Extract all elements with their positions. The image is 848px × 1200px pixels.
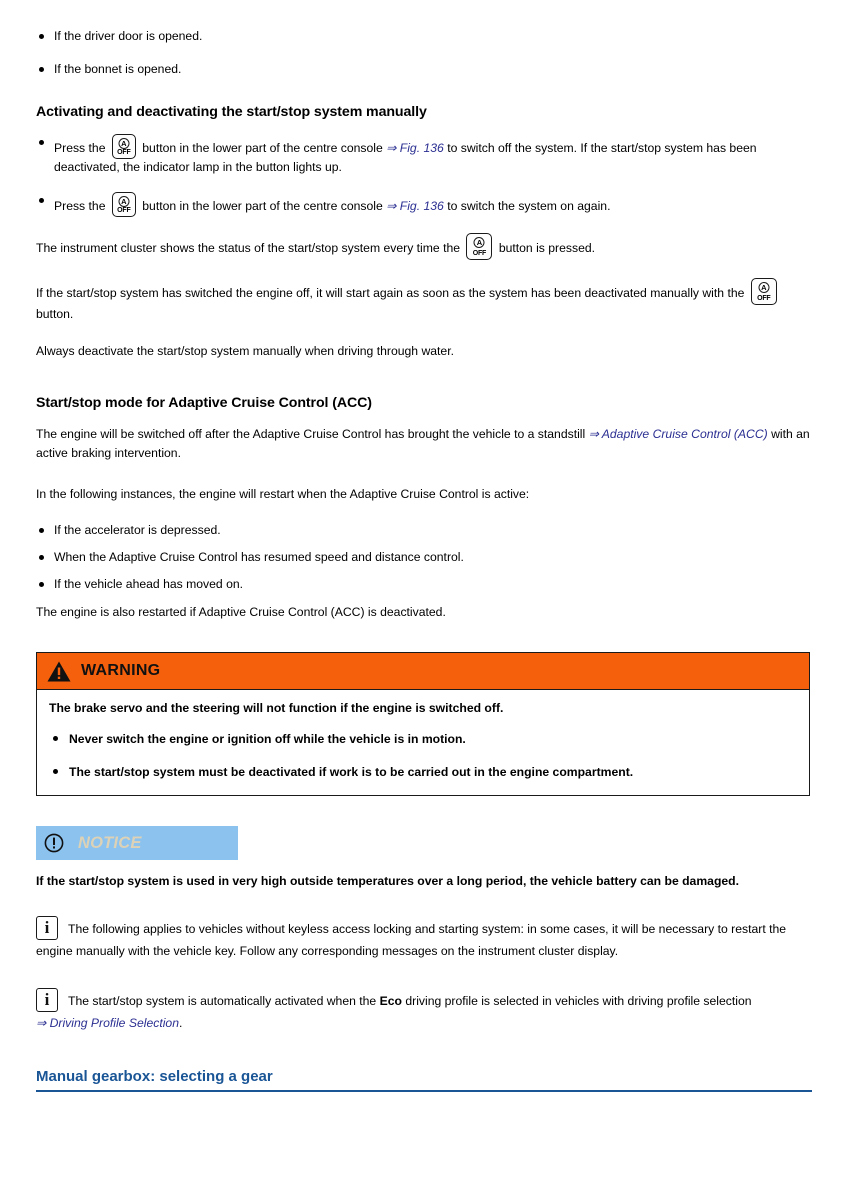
bullet-text-pre: Press the — [54, 141, 106, 155]
start-stop-off-button-icon: A OFF — [750, 278, 777, 305]
notice-title: NOTICE — [78, 833, 142, 852]
button-letter: A — [473, 237, 485, 248]
section-heading-text: Manual gearbox: selecting a gear — [36, 1068, 273, 1085]
figure-reference-link[interactable]: ⇒ Fig. 136 — [386, 199, 444, 213]
paragraph-text-pre: The instrument cluster shows the status … — [36, 241, 461, 255]
paragraph-text-post: button is pressed. — [498, 241, 596, 255]
exclamation-circle-icon — [44, 833, 64, 853]
warning-box: WARNING The brake servo and the steering… — [36, 652, 810, 796]
info-note-2: The start/stop system is automatically a… — [36, 988, 812, 1034]
list-item: If the accelerator is depressed. — [36, 522, 812, 539]
button-off-label: OFF — [117, 149, 131, 156]
warning-triangle-icon — [47, 661, 71, 681]
button-off-label: OFF — [472, 250, 487, 257]
start-stop-off-button-icon: A OFF — [466, 233, 493, 260]
paragraph-text-post: button. — [36, 307, 74, 321]
heading-underline-rule — [36, 1090, 812, 1092]
list-item: The start/stop system must be deactivate… — [49, 764, 797, 781]
info-note-text-mid: driving profile is selected in vehicles … — [405, 994, 752, 1008]
bullet-text-post: to switch the system on again. — [447, 199, 611, 213]
list-item: Never switch the engine or ignition off … — [49, 731, 797, 748]
bullet-text: If the driver door is opened. — [54, 29, 203, 43]
manual-bullet-list: Press the A OFF button in the lower part… — [36, 134, 812, 217]
acc-intro-paragraph: The engine will be switched off after th… — [36, 425, 812, 463]
warning-title: WARNING — [81, 662, 161, 679]
bullet-text: If the vehicle ahead has moved on. — [54, 577, 244, 591]
button-letter: A — [758, 282, 770, 293]
bullet-text: The start/stop system must be deactivate… — [69, 765, 634, 779]
information-icon — [36, 916, 58, 940]
notice-body-text: If the start/stop system is used in very… — [36, 874, 740, 888]
bullet-text-pre: Press the — [54, 199, 106, 213]
document-page: If the driver door is opened. If the bon… — [0, 0, 848, 1200]
list-item: Press the A OFF button in the lower part… — [36, 192, 812, 217]
restart-paragraph: If the start/stop system has switched th… — [36, 278, 812, 324]
warning-header: WARNING — [37, 653, 809, 690]
page-content: If the driver door is opened. If the bon… — [36, 28, 812, 1092]
bullet-text: If the accelerator is depressed. — [54, 523, 221, 537]
acc-closing-paragraph: The engine is also restarted if Adaptive… — [36, 605, 446, 619]
figure-reference-link[interactable]: ⇒ Fig. 136 — [386, 141, 444, 155]
section-heading-manual-gearbox[interactable]: Manual gearbox: selecting a gear — [36, 1068, 812, 1092]
info-note-text-post: . — [178, 1016, 183, 1030]
info-note-1: The following applies to vehicles withou… — [36, 916, 812, 962]
bullet-text: If the bonnet is opened. — [54, 62, 182, 76]
bullet-text: Never switch the engine or ignition off … — [69, 732, 466, 746]
driving-profile-selection-link[interactable]: ⇒ Driving Profile Selection — [36, 1016, 179, 1030]
eco-profile-label: Eco — [379, 994, 402, 1008]
heading-acc-mode: Start/stop mode for Adaptive Cruise Cont… — [36, 395, 372, 411]
acc-instances-lead: In the following instances, the engine w… — [36, 487, 530, 501]
instrument-cluster-paragraph: The instrument cluster shows the status … — [36, 233, 812, 260]
list-item: If the vehicle ahead has moved on. — [36, 576, 812, 593]
button-off-label: OFF — [757, 295, 771, 302]
acc-reference-link[interactable]: ⇒ Adaptive Cruise Control (ACC) — [589, 427, 768, 441]
heading-activating-deactivating: Activating and deactivating the start/st… — [36, 104, 427, 120]
warning-body: The brake servo and the steering will no… — [37, 690, 809, 795]
list-item: If the bonnet is opened. — [36, 61, 812, 78]
list-item: Press the A OFF button in the lower part… — [36, 134, 812, 176]
start-stop-off-button-icon: A OFF — [111, 192, 136, 217]
notice-header: NOTICE — [36, 826, 238, 860]
button-off-label: OFF — [117, 207, 131, 214]
top-bullet-list: If the driver door is opened. If the bon… — [36, 28, 812, 78]
warning-lead-text: The brake servo and the steering will no… — [49, 701, 504, 715]
info-note-text-pre: The start/stop system is automatically a… — [68, 994, 377, 1008]
info-note-text: The following applies to vehicles withou… — [36, 922, 787, 958]
information-icon — [36, 988, 58, 1012]
bullet-text-mid: button in the lower part of the centre c… — [142, 141, 383, 155]
water-paragraph: Always deactivate the start/stop system … — [36, 344, 454, 358]
list-item: If the driver door is opened. — [36, 28, 812, 45]
paragraph-text-pre: The engine will be switched off after th… — [36, 427, 586, 441]
warning-bullet-list: Never switch the engine or ignition off … — [49, 731, 797, 781]
button-letter: A — [118, 138, 130, 149]
notice-box: NOTICE If the start/stop system is used … — [36, 826, 812, 890]
bullet-text-mid: button in the lower part of the centre c… — [142, 199, 383, 213]
paragraph-text-pre: If the start/stop system has switched th… — [36, 286, 745, 300]
button-letter: A — [118, 196, 130, 207]
start-stop-off-button-icon: A OFF — [111, 134, 136, 159]
acc-bullet-list: If the accelerator is depressed. When th… — [36, 522, 812, 593]
bullet-text: When the Adaptive Cruise Control has res… — [54, 550, 464, 564]
list-item: When the Adaptive Cruise Control has res… — [36, 549, 812, 566]
